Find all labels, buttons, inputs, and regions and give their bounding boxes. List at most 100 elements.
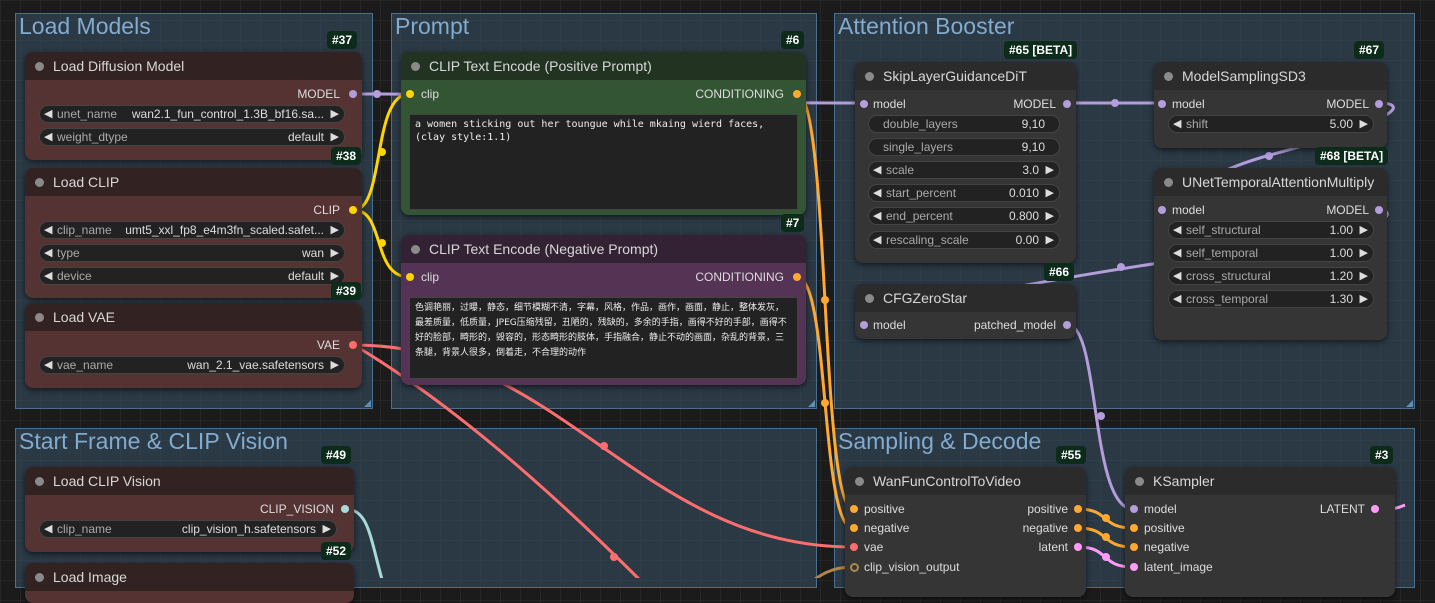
decrement-arrow[interactable]: ◀: [44, 107, 52, 120]
combo-unet-name[interactable]: ◀ unet_name wan2.1_fun_control_1.3B_bf16.s…: [39, 105, 345, 123]
input-slot-clip[interactable]: [406, 273, 414, 281]
prompt-textarea[interactable]: a women sticking out her toungue while m…: [409, 114, 798, 210]
decrement-arrow[interactable]: ◀: [1173, 292, 1181, 305]
collapse-dot[interactable]: [35, 178, 44, 187]
node-cfg-zero-star[interactable]: CFGZeroStar #66 model patched_model: [855, 263, 1076, 339]
input-slot-clip[interactable]: [406, 90, 414, 98]
collapse-dot[interactable]: [1135, 477, 1144, 486]
node-title-bar[interactable]: WanFunControlToVideo: [845, 467, 1086, 495]
increment-arrow[interactable]: ▶: [1046, 209, 1054, 222]
node-title-bar[interactable]: Load Image: [25, 563, 354, 591]
decrement-arrow[interactable]: ◀: [873, 209, 881, 222]
node-load-clip[interactable]: Load CLIP #38 CLIP ◀ clip_name umt5_xxl_fp…: [25, 147, 362, 298]
increment-arrow[interactable]: ▶: [1360, 292, 1368, 305]
node-unet-temporal-attention[interactable]: UNetTemporalAttentionMultiply #68 [BETA]…: [1154, 147, 1389, 340]
text-double-layers[interactable]: double_layers 9,10: [868, 115, 1060, 133]
node-clip-text-encode-negative[interactable]: CLIP Text Encode (Negative Prompt) #7 cl…: [401, 214, 806, 385]
group-resize-handle[interactable]: [364, 400, 371, 407]
combo-type[interactable]: ◀ type wan ▶: [39, 244, 345, 262]
input-slot-clip-vision-output[interactable]: [850, 563, 859, 572]
output-slot-clip-vision[interactable]: [341, 505, 349, 513]
output-slot-model[interactable]: [1375, 100, 1383, 108]
number-start-percent[interactable]: ◀ start_percent 0.010 ▶: [868, 184, 1060, 202]
increment-arrow[interactable]: ▶: [1046, 233, 1054, 246]
output-slot-model[interactable]: [1063, 100, 1071, 108]
node-title-bar[interactable]: SkipLayerGuidanceDiT: [855, 62, 1076, 90]
collapse-dot[interactable]: [35, 62, 44, 71]
collapse-dot[interactable]: [855, 477, 864, 486]
number-cross-structural[interactable]: ◀ cross_structural 1.20 ▶: [1168, 267, 1374, 285]
node-title-bar[interactable]: Load CLIP: [25, 168, 362, 196]
node-title-bar[interactable]: Load VAE: [25, 303, 362, 331]
collapse-dot[interactable]: [1164, 72, 1173, 81]
collapse-dot[interactable]: [35, 477, 44, 486]
combo-weight-dtype[interactable]: ◀ weight_dtype default ▶: [39, 128, 345, 146]
node-load-vae[interactable]: Load VAE #39 VAE ◀ vae_name wan_2.1_vae.sa…: [25, 282, 362, 388]
increment-arrow[interactable]: ▶: [331, 269, 339, 282]
group-resize-handle[interactable]: [808, 400, 815, 407]
collapse-dot[interactable]: [865, 72, 874, 81]
prompt-textarea[interactable]: 色调艳丽，过曝，静态，细节模糊不清，字幕，风格，作品，画作，画面，静止，整体发灰…: [409, 297, 798, 379]
increment-arrow[interactable]: ▶: [331, 130, 339, 143]
collapse-dot[interactable]: [1164, 178, 1173, 187]
increment-arrow[interactable]: ▶: [1046, 186, 1054, 199]
node-load-clip-vision[interactable]: Load CLIP Vision #49 CLIP_VISION ◀ clip_n…: [25, 446, 354, 552]
increment-arrow[interactable]: ▶: [331, 223, 339, 236]
output-slot-latent[interactable]: [1371, 505, 1379, 513]
node-clip-text-encode-positive[interactable]: CLIP Text Encode (Positive Prompt) #6 cl…: [401, 31, 806, 215]
combo-clip-vision-name[interactable]: ◀ clip_name clip_vision_h.safetensors ▶: [39, 520, 337, 538]
increment-arrow[interactable]: ▶: [1360, 246, 1368, 259]
increment-arrow[interactable]: ▶: [323, 522, 331, 535]
decrement-arrow[interactable]: ◀: [1173, 246, 1181, 259]
input-slot-model[interactable]: [1158, 206, 1166, 214]
input-slot-negative[interactable]: [1130, 543, 1138, 551]
number-self-temporal[interactable]: ◀ self_temporal 1.00 ▶: [1168, 244, 1374, 262]
collapse-dot[interactable]: [411, 62, 420, 71]
number-shift[interactable]: ◀ shift 5.00 ▶: [1168, 115, 1374, 133]
collapse-dot[interactable]: [35, 313, 44, 322]
node-title-bar[interactable]: CFGZeroStar: [855, 284, 1076, 312]
output-slot-conditioning[interactable]: [793, 90, 801, 98]
collapse-dot[interactable]: [865, 294, 874, 303]
decrement-arrow[interactable]: ◀: [873, 163, 881, 176]
number-scale[interactable]: ◀ scale 3.0 ▶: [868, 161, 1060, 179]
decrement-arrow[interactable]: ◀: [44, 522, 52, 535]
output-slot-positive[interactable]: [1074, 505, 1082, 513]
node-skip-layer-guidance[interactable]: SkipLayerGuidanceDiT #65 [BETA] model MO…: [855, 41, 1078, 263]
decrement-arrow[interactable]: ◀: [44, 246, 52, 259]
input-slot-vae[interactable]: [850, 543, 858, 551]
combo-device[interactable]: ◀ device default ▶: [39, 267, 345, 285]
input-slot-model[interactable]: [1158, 100, 1166, 108]
input-slot-positive[interactable]: [850, 505, 858, 513]
node-title-bar[interactable]: KSampler: [1125, 467, 1395, 495]
increment-arrow[interactable]: ▶: [331, 107, 339, 120]
increment-arrow[interactable]: ▶: [1360, 269, 1368, 282]
node-title-bar[interactable]: CLIP Text Encode (Positive Prompt): [401, 52, 806, 80]
node-title-bar[interactable]: Load Diffusion Model: [25, 52, 362, 80]
decrement-arrow[interactable]: ◀: [1173, 223, 1181, 236]
output-slot-vae[interactable]: [349, 341, 357, 349]
node-title-bar[interactable]: ModelSamplingSD3: [1154, 62, 1387, 90]
node-title-bar[interactable]: Load CLIP Vision: [25, 467, 354, 495]
number-end-percent[interactable]: ◀ end_percent 0.800 ▶: [868, 207, 1060, 225]
combo-clip-name[interactable]: ◀ clip_name umt5_xxl_fp8_e4m3fn_scaled.saf…: [39, 221, 345, 239]
combo-vae-name[interactable]: ◀ vae_name wan_2.1_vae.safetensors ▶: [39, 356, 345, 374]
input-slot-latent-image[interactable]: [1130, 563, 1138, 571]
increment-arrow[interactable]: ▶: [331, 358, 339, 371]
node-title-bar[interactable]: CLIP Text Encode (Negative Prompt): [401, 235, 806, 263]
text-single-layers[interactable]: single_layers 9,10: [868, 138, 1060, 156]
output-slot-patched-model[interactable]: [1063, 321, 1071, 329]
collapse-dot[interactable]: [411, 245, 420, 254]
input-slot-positive[interactable]: [1130, 524, 1138, 532]
decrement-arrow[interactable]: ◀: [873, 186, 881, 199]
node-load-image[interactable]: Load Image #52: [25, 542, 354, 603]
increment-arrow[interactable]: ▶: [1360, 223, 1368, 236]
input-slot-negative[interactable]: [850, 524, 858, 532]
number-rescaling-scale[interactable]: ◀ rescaling_scale 0.00 ▶: [868, 231, 1060, 249]
input-slot-model[interactable]: [860, 321, 868, 329]
node-model-sampling-sd3[interactable]: ModelSamplingSD3 #67 model MODEL ◀ shift 5…: [1154, 41, 1387, 148]
node-load-diffusion-model[interactable]: Load Diffusion Model #37 MODEL ◀ unet_nam…: [25, 31, 362, 160]
decrement-arrow[interactable]: ◀: [44, 269, 52, 282]
number-cross-temporal[interactable]: ◀ cross_temporal 1.30 ▶: [1168, 290, 1374, 308]
number-self-structural[interactable]: ◀ self_structural 1.00 ▶: [1168, 221, 1374, 239]
